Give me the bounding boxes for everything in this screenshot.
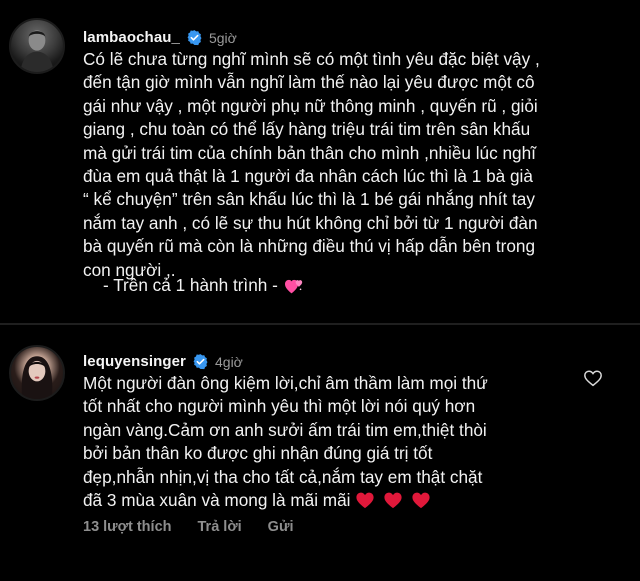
text-line: đã 3 mùa xuân và mong là mãi mãi [83, 490, 351, 511]
text-line: Có lẽ chưa từng nghĩ mình sẽ có một tình… [83, 49, 540, 69]
comment-text: Một người đàn ông kiệm lời,chỉ âm thầm l… [83, 372, 588, 512]
text-line-last: đã 3 mùa xuân và mong là mãi mãi [83, 489, 588, 512]
comment-lambaochau: lambaochau_ 5giờ Có lẽ chưa từng nghĩ mì… [0, 0, 640, 320]
avatar[interactable] [9, 18, 65, 74]
avatar[interactable] [9, 345, 65, 401]
comment-lequyensinger: lequyensinger 4giờ Một người đàn ông kiệ… [0, 333, 640, 581]
text-line: đẹp,nhẫn nhịn,vị tha cho tất cả,nắm tay … [83, 466, 483, 487]
red-heart-emoji-icon [383, 492, 402, 509]
signoff-text: - Trên cả 1 hành trình - [103, 275, 278, 295]
text-line: giang , chu toàn có thể lấy hàng triệu t… [83, 119, 531, 140]
comment-header: lambaochau_ 5giờ [83, 29, 237, 46]
likes-count-link[interactable]: 13 lượt thích [83, 519, 172, 535]
text-line: Một người đàn ông kiệm lời,chỉ âm thầm l… [83, 373, 488, 393]
text-line: bà quyến rũ mà còn là những điều thú vị … [83, 236, 536, 257]
red-heart-emoji-icon [411, 492, 430, 509]
red-hearts [355, 491, 431, 509]
text-line: đến tận giờ mình vẫn nghĩ làm thế nào lạ… [83, 72, 535, 93]
verified-badge-icon [193, 354, 208, 370]
text-line: đùa em quả thật là 1 người đa nhân cách … [83, 166, 533, 187]
text-line: gái như vậy , một người phụ nữ thông min… [83, 95, 538, 116]
text-line: mà gửi trái tim của chính bản thân cho m… [83, 142, 536, 163]
send-button[interactable]: Gửi [268, 519, 294, 535]
text-line: nắm tay anh , có lẽ sự thu hút không chỉ… [83, 212, 538, 233]
comment-footer: 13 lượt thích Trả lời Gửi [83, 519, 293, 535]
text-line: tốt nhất cho người mình yêu thì một lời … [83, 396, 476, 417]
verified-badge-icon [187, 30, 202, 46]
text-line: ngàn vàng.Cảm ơn anh sưởi ấm trái tim em… [83, 419, 487, 440]
username[interactable]: lambaochau_ [83, 29, 180, 46]
comment-text: Có lẽ chưa từng nghĩ mình sẽ có một tình… [83, 48, 628, 282]
comment-header: lequyensinger 4giờ [83, 353, 243, 370]
two-hearts-emoji-icon [284, 279, 303, 293]
comment-divider [0, 323, 640, 325]
timestamp: 5giờ [208, 29, 237, 46]
username[interactable]: lequyensinger [83, 353, 186, 370]
reply-button[interactable]: Trả lời [198, 519, 242, 535]
timestamp: 4giờ [215, 353, 243, 370]
text-line: “ kể chuyện” trên sân khấu lúc thì là 1 … [83, 189, 535, 210]
text-line: bởi bản thân ko được ghi nhận đúng giá t… [83, 443, 433, 464]
red-heart-emoji-icon [355, 492, 374, 509]
signoff: - Trên cả 1 hành trình - [103, 275, 304, 296]
